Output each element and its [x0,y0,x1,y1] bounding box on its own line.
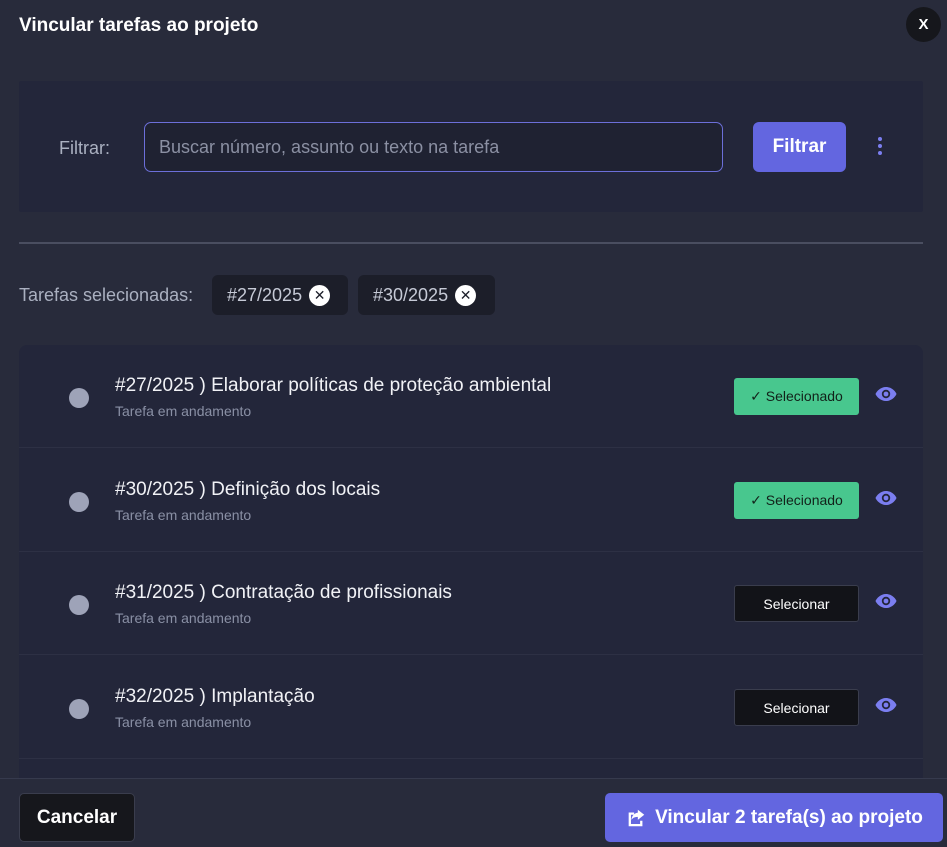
list-item: #31/2025 ) Contratação de profissionais … [19,552,923,655]
selected-button[interactable]: ✓ Selecionado [734,378,859,415]
task-title: #30/2025 ) Definição dos locais [115,479,381,500]
select-button[interactable]: Selecionar [734,585,859,622]
chip-label: #27/2025 [227,284,303,305]
task-radio[interactable] [69,388,89,408]
eye-icon[interactable] [874,382,898,406]
modal-footer: Cancelar Vincular 2 tarefa(s) ao projeto [0,778,947,847]
close-x-icon[interactable]: ✕ [455,284,477,306]
search-input[interactable] [144,122,723,172]
close-x-icon[interactable]: ✕ [309,284,331,306]
divider [19,242,923,244]
task-radio[interactable] [69,699,89,719]
eye-icon[interactable] [874,693,898,717]
selected-button[interactable]: ✓ Selecionado [734,482,859,519]
task-status: Tarefa em andamento [115,610,252,626]
cancel-button[interactable]: Cancelar [19,793,135,842]
list-item: #30/2025 ) Definição dos locais Tarefa e… [19,449,923,552]
task-title: #32/2025 ) Implantação [115,686,315,707]
filter-panel: Filtrar: Filtrar [19,81,923,212]
task-title: #31/2025 ) Contratação de profissionais [115,582,452,603]
chip-label: #30/2025 [373,284,449,305]
more-vertical-icon[interactable] [872,137,888,157]
filter-button[interactable]: Filtrar [753,122,846,172]
selected-tasks-label: Tarefas selecionadas: [19,285,194,305]
task-radio[interactable] [69,492,89,512]
task-list: #27/2025 ) Elaborar políticas de proteçã… [19,345,923,778]
link-tasks-label: Vincular 2 tarefa(s) ao projeto [655,806,923,828]
task-title: #27/2025 ) Elaborar políticas de proteçã… [115,375,552,396]
filter-label: Filtrar: [59,138,110,158]
list-item: #32/2025 ) Implantação Tarefa em andamen… [19,656,923,759]
share-icon [628,809,645,826]
selected-chip: #30/2025 ✕ [358,275,495,315]
close-button[interactable]: X [906,7,941,42]
selected-chip: #27/2025 ✕ [212,275,348,315]
eye-icon[interactable] [874,486,898,510]
select-button[interactable]: Selecionar [734,689,859,726]
task-radio[interactable] [69,595,89,615]
task-status: Tarefa em andamento [115,403,252,419]
link-tasks-button[interactable]: Vincular 2 tarefa(s) ao projeto [605,793,943,842]
task-status: Tarefa em andamento [115,507,252,523]
task-status: Tarefa em andamento [115,714,252,730]
list-item: #27/2025 ) Elaborar políticas de proteçã… [19,345,923,448]
eye-icon[interactable] [874,589,898,613]
modal-title: Vincular tarefas ao projeto [19,15,259,36]
